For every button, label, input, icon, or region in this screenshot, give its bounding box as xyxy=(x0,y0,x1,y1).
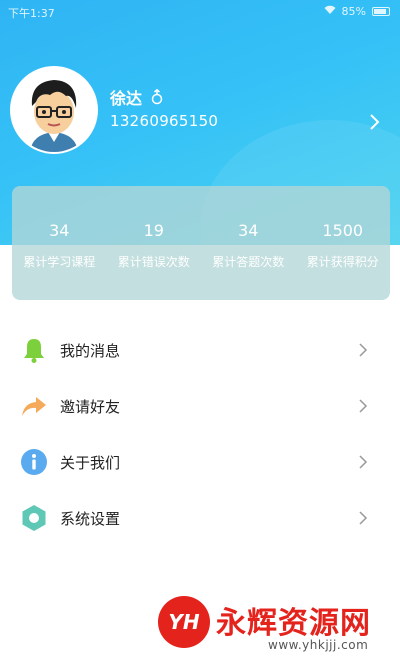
stat-value: 34 xyxy=(49,221,70,240)
stat-courses[interactable]: 34 累计学习课程 xyxy=(12,186,107,300)
menu-item-label: 我的消息 xyxy=(60,341,121,360)
watermark-logo: YH xyxy=(158,596,210,648)
stat-label: 累计答题次数 xyxy=(212,255,285,269)
status-icons: 85% xyxy=(324,5,390,18)
menu-list: 我的消息 邀请好友 关于我们 系统设置 xyxy=(0,322,400,546)
watermark-url: www.yhkjjj.com xyxy=(268,638,369,652)
user-phone: 13260965150 xyxy=(110,112,219,130)
stat-label: 累计错误次数 xyxy=(117,255,190,269)
info-icon xyxy=(20,448,48,476)
stat-answers[interactable]: 34 累计答题次数 xyxy=(201,186,296,300)
bell-icon xyxy=(20,336,48,364)
chevron-right-icon xyxy=(358,510,368,526)
chevron-right-icon xyxy=(358,454,368,470)
menu-item-invite[interactable]: 邀请好友 xyxy=(0,378,400,434)
user-name: 徐达 xyxy=(110,89,143,108)
share-arrow-icon xyxy=(20,392,48,420)
menu-item-label: 邀请好友 xyxy=(60,397,121,416)
status-bar: 下午1:37 85% xyxy=(0,0,400,24)
battery-icon xyxy=(372,7,390,16)
battery-percent: 85% xyxy=(341,5,366,18)
avatar[interactable] xyxy=(10,66,98,154)
menu-item-settings[interactable]: 系统设置 xyxy=(0,490,400,546)
male-icon xyxy=(150,88,164,105)
watermark: YH 永辉资源网 www.yhkjjj.com xyxy=(158,596,390,658)
chevron-right-icon xyxy=(358,342,368,358)
menu-item-messages[interactable]: 我的消息 xyxy=(0,322,400,378)
stat-errors[interactable]: 19 累计错误次数 xyxy=(107,186,202,300)
chevron-right-icon xyxy=(358,398,368,414)
menu-item-label: 关于我们 xyxy=(60,453,121,472)
wifi-icon xyxy=(324,5,336,18)
stats-card: 34 累计学习课程 19 累计错误次数 34 累计答题次数 1500 累计获得积… xyxy=(12,186,390,300)
stat-value: 19 xyxy=(143,221,164,240)
status-time: 下午1:37 xyxy=(8,7,55,20)
stat-value: 1500 xyxy=(322,221,364,240)
stat-points[interactable]: 1500 累计获得积分 xyxy=(296,186,391,300)
avatar-cartoon-image xyxy=(12,68,96,152)
settings-hexagon-icon xyxy=(20,504,48,532)
menu-item-label: 系统设置 xyxy=(60,509,121,528)
stat-label: 累计学习课程 xyxy=(23,255,96,269)
stat-label: 累计获得积分 xyxy=(306,255,379,269)
user-name-row: 徐达 xyxy=(110,85,164,109)
stat-value: 34 xyxy=(238,221,259,240)
profile-chevron-right-icon[interactable] xyxy=(368,113,380,131)
menu-item-about[interactable]: 关于我们 xyxy=(0,434,400,490)
watermark-title: 永辉资源网 xyxy=(216,606,371,641)
